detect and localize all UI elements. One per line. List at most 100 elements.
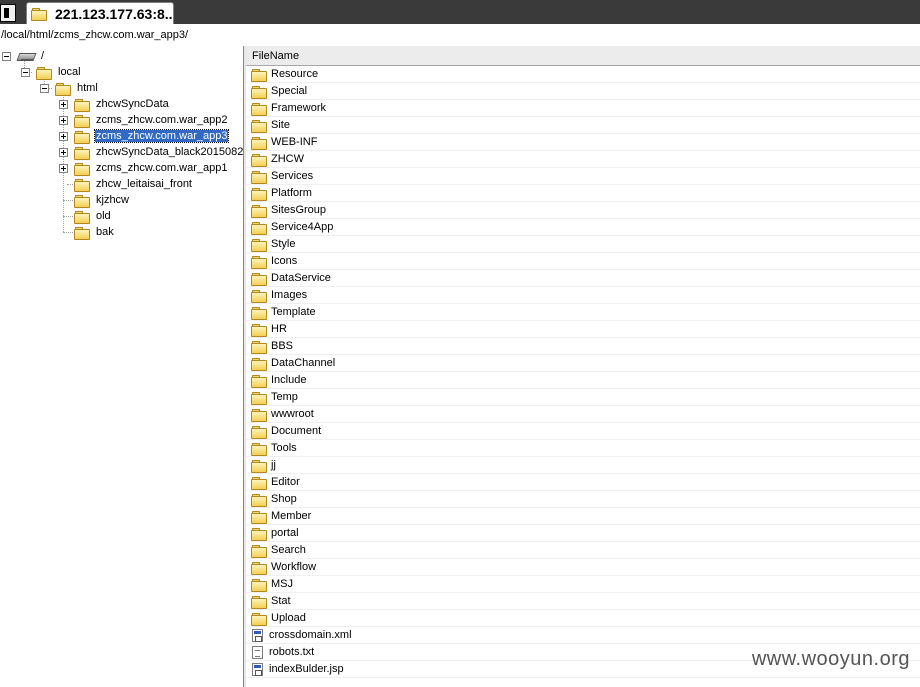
folder-icon <box>55 82 71 96</box>
list-item[interactable]: Special <box>246 83 920 100</box>
column-header-filename[interactable]: FileName <box>246 46 920 66</box>
tab-connection[interactable]: 221.123.177.63:8... <box>26 2 174 24</box>
folder-icon <box>74 194 90 208</box>
tree-node-label: / <box>41 50 45 62</box>
list-item[interactable]: DataChannel <box>246 355 920 372</box>
tree-node-bak[interactable]: bak <box>59 224 115 240</box>
folder-icon <box>251 136 267 150</box>
collapse-icon[interactable] <box>40 83 49 93</box>
tree-node-label: old <box>96 210 111 222</box>
tree-node-local[interactable]: local <box>21 64 82 80</box>
file-name: jj <box>271 459 276 471</box>
list-item[interactable]: Style <box>246 236 920 253</box>
panel-toggle-button[interactable] <box>0 4 16 22</box>
collapse-icon[interactable] <box>21 67 30 77</box>
file-name: Style <box>271 238 296 250</box>
collapse-icon[interactable] <box>2 51 11 61</box>
list-item[interactable]: Workflow <box>246 559 920 576</box>
folder-icon <box>251 442 267 456</box>
list-item[interactable]: Upload <box>246 610 920 627</box>
expand-icon[interactable] <box>59 163 68 173</box>
list-item[interactable]: Search <box>246 542 920 559</box>
list-item[interactable]: Template <box>246 304 920 321</box>
list-item[interactable]: Platform <box>246 185 920 202</box>
file-name: Temp <box>271 391 298 403</box>
folder-icon <box>74 146 90 160</box>
expand-icon[interactable] <box>59 99 68 109</box>
list-item[interactable]: jj <box>246 457 920 474</box>
folder-icon <box>251 255 267 269</box>
folder-icon <box>251 170 267 184</box>
list-item[interactable]: Images <box>246 287 920 304</box>
file-rows: Resource Special Framework Site WEB-INF ZHCW S… <box>246 66 920 678</box>
folder-icon <box>251 85 267 99</box>
expand-icon[interactable] <box>59 147 68 157</box>
folder-icon <box>251 595 267 609</box>
tree-node-leitaisai[interactable]: zhcw_leitaisai_front <box>59 176 193 192</box>
list-item[interactable]: Tools <box>246 440 920 457</box>
file-name: MSJ <box>271 578 293 590</box>
tree-node-old[interactable]: old <box>59 208 112 224</box>
list-item[interactable]: wwwroot <box>246 406 920 423</box>
list-item[interactable]: crossdomain.xml <box>246 627 920 644</box>
folder-icon <box>251 187 267 201</box>
list-item[interactable]: ZHCW <box>246 151 920 168</box>
path-bar[interactable]: /local/html/zcms_zhcw.com.war_app3/ <box>0 24 920 47</box>
list-item[interactable]: Editor <box>246 474 920 491</box>
file-name: Upload <box>271 612 306 624</box>
file-name: Workflow <box>271 561 317 573</box>
list-item[interactable]: Stat <box>246 593 920 610</box>
folder-icon <box>74 178 90 192</box>
tree-node-app1[interactable]: zcms_zhcw.com.war_app1 <box>59 160 228 176</box>
expand-icon[interactable] <box>59 131 68 141</box>
list-item[interactable]: Document <box>246 423 920 440</box>
folder-icon <box>251 527 267 541</box>
path-input[interactable]: /local/html/zcms_zhcw.com.war_app3/ <box>0 29 188 41</box>
folder-icon <box>251 493 267 507</box>
tree-node-app3[interactable]: zcms_zhcw.com.war_app3 <box>59 128 230 144</box>
folder-icon <box>74 162 90 176</box>
tree-node-label: html <box>77 82 98 94</box>
expand-icon[interactable] <box>59 115 68 125</box>
list-item[interactable]: Service4App <box>246 219 920 236</box>
folder-icon <box>251 153 267 167</box>
list-item[interactable]: portal <box>246 525 920 542</box>
watermark: www.wooyun.org <box>751 648 910 670</box>
tree-node-html[interactable]: html <box>40 80 99 96</box>
file-name: Document <box>271 425 322 437</box>
file-name: Include <box>271 374 307 386</box>
folder-icon <box>251 323 267 337</box>
tree-node-app2[interactable]: zcms_zhcw.com.war_app2 <box>59 112 228 128</box>
list-item[interactable]: Framework <box>246 100 920 117</box>
file-name: Search <box>271 544 306 556</box>
file-list: FileName Resource Special Framework Site WEB… <box>246 46 920 687</box>
list-item[interactable]: Shop <box>246 491 920 508</box>
list-item[interactable]: SitesGroup <box>246 202 920 219</box>
list-item[interactable]: BBS <box>246 338 920 355</box>
tree-node-label: zhcwSyncData <box>96 98 169 110</box>
file-name: Template <box>271 306 316 318</box>
list-item[interactable]: WEB-INF <box>246 134 920 151</box>
list-item[interactable]: Include <box>246 372 920 389</box>
file-name: Services <box>271 170 314 182</box>
list-item[interactable]: HR <box>246 321 920 338</box>
folder-icon <box>251 221 267 235</box>
list-item[interactable]: MSJ <box>246 576 920 593</box>
file-name: Icons <box>271 255 298 267</box>
drive-icon <box>17 50 35 63</box>
list-item[interactable]: Site <box>246 117 920 134</box>
list-item[interactable]: Resource <box>246 66 920 83</box>
tree-node-kjzhcw[interactable]: kjzhcw <box>59 192 130 208</box>
folder-icon <box>251 459 267 473</box>
list-item[interactable]: Member <box>246 508 920 525</box>
tree-node-black[interactable]: zhcwSyncData_black2015082 <box>59 144 243 160</box>
list-item[interactable]: DataService <box>246 270 920 287</box>
list-item[interactable]: Services <box>246 168 920 185</box>
tab-label: 221.123.177.63:8... <box>55 5 173 22</box>
file-name: wwwroot <box>271 408 314 420</box>
tree-node-root[interactable]: / <box>2 48 45 64</box>
list-item[interactable]: Icons <box>246 253 920 270</box>
list-item[interactable]: Temp <box>246 389 920 406</box>
folder-icon <box>36 66 52 80</box>
tree-node-zhcwsyncdata[interactable]: zhcwSyncData <box>59 96 170 112</box>
